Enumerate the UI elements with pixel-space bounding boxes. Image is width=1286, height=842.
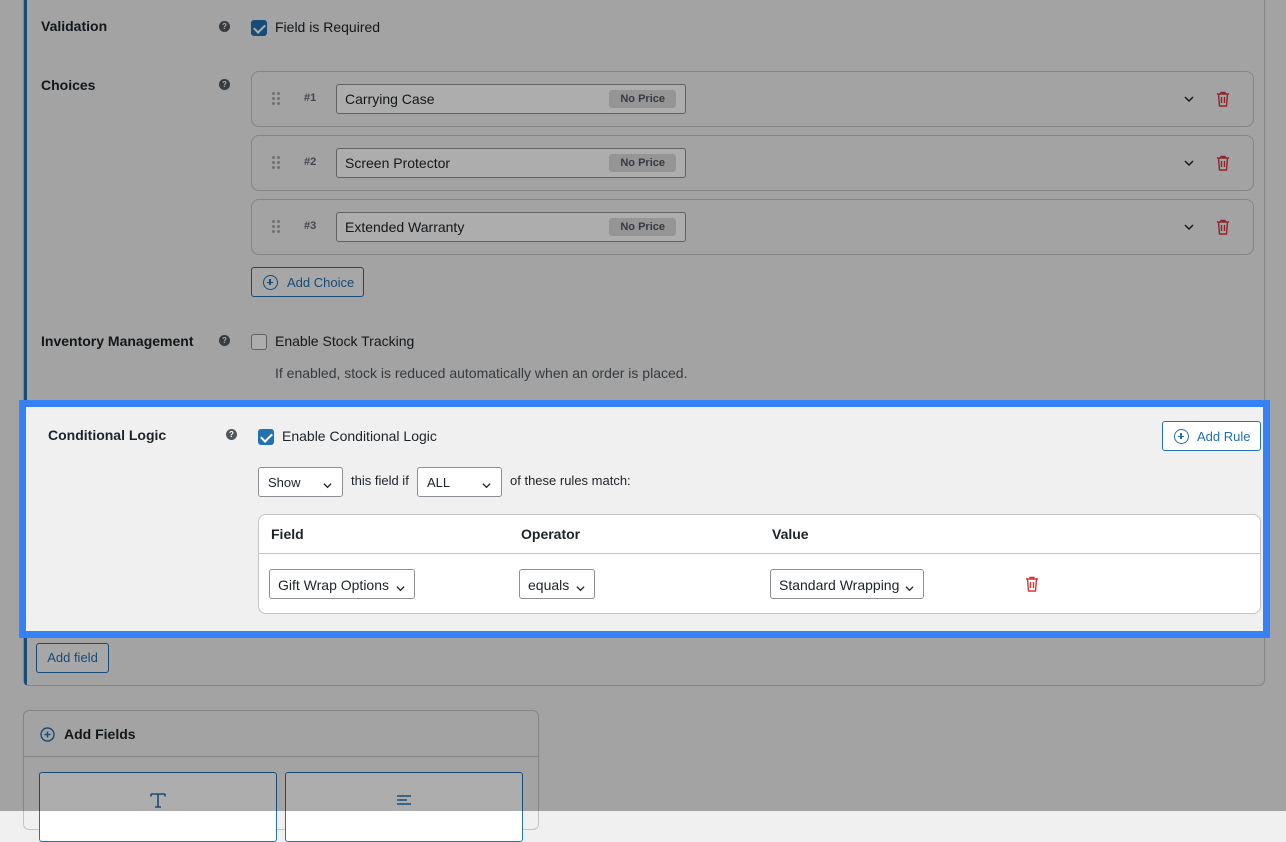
rule-operator-select[interactable]: equals [519, 569, 595, 599]
add-rule-button[interactable]: Add Rule [1162, 421, 1261, 451]
rule-field-value: Gift Wrap Options [278, 577, 390, 593]
column-header-value: Value [772, 526, 809, 542]
chevron-down-icon [396, 580, 405, 596]
conditional-logic-label: Conditional Logic [48, 427, 167, 443]
action-select[interactable]: Show [258, 467, 343, 497]
delete-rule-trash-icon[interactable] [1025, 576, 1039, 592]
column-header-field: Field [271, 526, 304, 542]
help-icon[interactable]: ? [226, 429, 237, 440]
match-select[interactable]: ALL [417, 467, 502, 497]
rule-field-select[interactable]: Gift Wrap Options [269, 569, 415, 599]
rule-operator-value: equals [528, 577, 570, 593]
chevron-down-icon [576, 580, 585, 596]
rule-value-value: Standard Wrapping [779, 577, 900, 593]
conditional-logic-section: Conditional Logic ? Enable Conditional L… [19, 400, 1270, 638]
conditional-logic-checkbox-label[interactable]: Enable Conditional Logic [282, 428, 437, 444]
conditional-logic-checkbox[interactable] [258, 429, 274, 445]
column-header-operator: Operator [521, 526, 581, 542]
plus-circle-icon [1174, 429, 1189, 444]
this-field-if-text: this field if [351, 473, 409, 488]
match-select-value: ALL [427, 475, 451, 490]
rule-value-select[interactable]: Standard Wrapping [770, 569, 924, 599]
rules-table: Field Operator Value Gift Wrap Options e… [258, 514, 1261, 614]
add-rule-label: Add Rule [1197, 429, 1251, 444]
rules-table-header: Field Operator Value [259, 515, 1260, 554]
chevron-down-icon [482, 478, 491, 493]
chevron-down-icon [905, 580, 914, 596]
chevron-down-icon [323, 478, 332, 493]
action-select-value: Show [268, 475, 301, 490]
rules-match-text: of these rules match: [510, 473, 631, 488]
